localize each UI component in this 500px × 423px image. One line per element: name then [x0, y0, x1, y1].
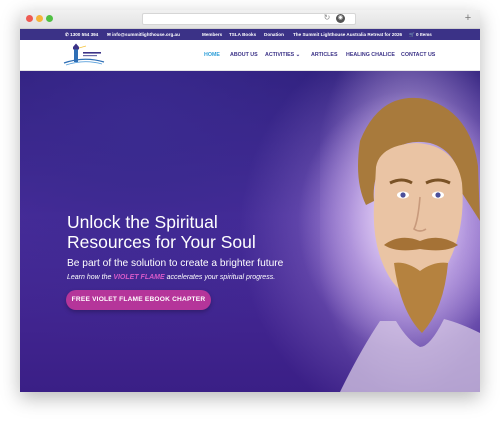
cart-link[interactable]: 🛒 0 Items [409, 29, 432, 40]
topbar-link-retreat[interactable]: The Summit Lighthouse Australia Retreat … [293, 29, 402, 40]
minimize-window-button[interactable] [36, 15, 43, 22]
chevron-down-icon: ⌄ [295, 52, 301, 58]
nav-item-articles[interactable]: ARTICLES [311, 40, 338, 70]
topbar-link-donation[interactable]: Donation [264, 29, 284, 40]
envelope-icon: ✉ [107, 32, 111, 37]
hero-title: Unlock the Spiritual Resources for Your … [67, 212, 317, 252]
hero-lead-text: Learn how the VIOLET FLAME accelerates y… [67, 273, 337, 282]
cart-count: 0 Items [416, 32, 432, 37]
saint-germain-portrait [320, 71, 480, 392]
email-address: info@summitlighthouse.org.au [112, 32, 180, 37]
browser-toolbar: ↻ ◉ + [20, 10, 480, 29]
phone-link[interactable]: ✆ 1300 554 394 [65, 29, 98, 40]
reload-icon[interactable]: ↻ [322, 13, 332, 23]
hero-lead-before: Learn how the [67, 274, 114, 281]
site-header: HOME ABOUT US ACTIVITIES ⌄ ARTICLES HEAL… [20, 40, 480, 71]
extension-icon[interactable]: ◉ [336, 14, 345, 23]
top-info-bar: ✆ 1300 554 394 ✉ info@summitlighthouse.o… [20, 29, 480, 40]
ebook-cta-button[interactable]: FREE VIOLET FLAME EBOOK CHAPTER [66, 290, 211, 310]
hero-title-line-2: Resources for Your Soul [67, 232, 256, 252]
phone-number: 1300 554 394 [70, 32, 99, 37]
maximize-window-button[interactable] [46, 15, 53, 22]
close-window-button[interactable] [26, 15, 33, 22]
hero-subtitle: Be part of the solution to create a brig… [67, 258, 284, 269]
nav-item-activities-label: ACTIVITIES [265, 52, 295, 58]
topbar-link-members[interactable]: Members [202, 29, 222, 40]
hero-section: Unlock the Spiritual Resources for Your … [20, 71, 480, 392]
cart-icon: 🛒 [409, 32, 415, 37]
browser-window: ↻ ◉ + ✆ 1300 554 394 ✉ info@summitlighth… [20, 10, 480, 392]
email-link[interactable]: ✉ info@summitlighthouse.org.au [107, 29, 180, 40]
violet-flame-highlight: VIOLET FLAME [113, 274, 165, 281]
topbar-link-books[interactable]: TSLA Books [229, 29, 256, 40]
nav-item-contact-us[interactable]: CONTACT US [401, 40, 435, 70]
hero-title-line-1: Unlock the Spiritual [67, 212, 218, 232]
nav-item-about-us[interactable]: ABOUT US [230, 40, 258, 70]
nav-item-healing-chalice[interactable]: HEALING CHALICE [346, 40, 395, 70]
phone-icon: ✆ [65, 32, 69, 37]
hero-lead-after: accelerates your spiritual progress. [164, 274, 276, 281]
nav-item-home[interactable]: HOME [204, 40, 220, 70]
nav-item-activities[interactable]: ACTIVITIES ⌄ [265, 40, 300, 70]
lighthouse-logo[interactable] [62, 43, 106, 67]
new-tab-icon[interactable]: + [462, 13, 474, 24]
